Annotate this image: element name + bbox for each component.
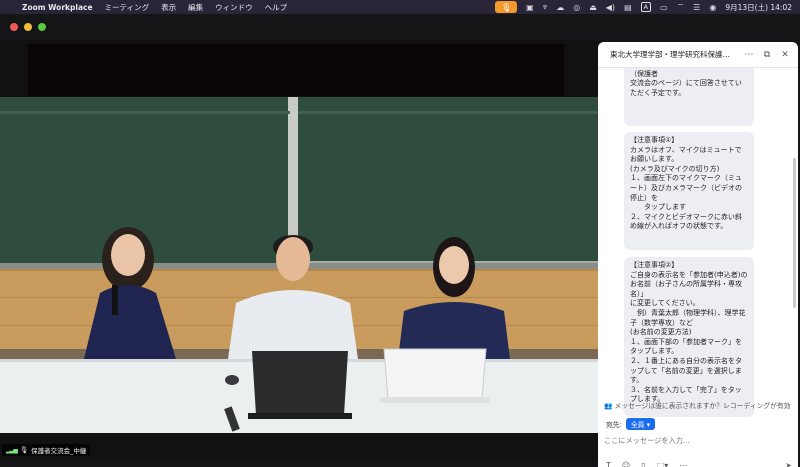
fullscreen-window-button[interactable]	[38, 23, 46, 31]
recipient-label: 宛先:	[606, 421, 622, 429]
signal-strength-icon: ▂▃▅	[6, 446, 18, 454]
emoji-icon[interactable]: ☺	[622, 461, 630, 467]
close-window-button[interactable]	[10, 23, 18, 31]
chat-message-list[interactable]: …後日、理学研究科のホームページ（保護者 交流会のページ）にて回答させていただく…	[598, 68, 798, 420]
wifi-icon[interactable]: ⌔	[677, 2, 685, 12]
microphone-icon: 🎙	[19, 446, 29, 454]
cloud-icon[interactable]: ☁	[556, 3, 564, 12]
zoom-status-icon[interactable]: ▣	[526, 3, 534, 12]
control-center-icon[interactable]: ☰	[693, 3, 700, 12]
more-compose-icon[interactable]: ⋯	[679, 461, 687, 467]
chat-scrollbar[interactable]	[793, 158, 796, 308]
app-menu-zoom[interactable]: Zoom Workplace	[22, 3, 93, 12]
recipient-dropdown[interactable]: 全員 ▾	[625, 418, 656, 430]
siri-icon[interactable]: ◉	[709, 3, 716, 12]
menubar-clock[interactable]: 9月13日(土) 14:02	[725, 2, 792, 13]
send-icon[interactable]: ➤	[785, 461, 792, 467]
more-options-icon[interactable]: ⋯	[744, 50, 754, 60]
visibility-notice-text: メッセージは誰に表示されますか？レコーディングが有効	[614, 402, 791, 410]
chat-message-input[interactable]	[604, 432, 792, 448]
menu-view[interactable]: 表示	[161, 2, 176, 13]
window-titlebar	[0, 14, 598, 40]
screenshot-icon[interactable]: ⬚▾	[657, 461, 669, 467]
participant-name-tag: ▂▃▅ 🎙 保護者交流会_中継	[2, 444, 91, 456]
chat-compose-toolbar: T ☺ ▯ ⬚▾ ⋯ ➤	[606, 461, 792, 467]
chat-panel: 東北大学理学部・理学研究科保護者交流会2... ⋯ ⧉ ✕ …後日、理学研究科の…	[598, 42, 798, 467]
people-info-icon: 👥	[604, 402, 613, 410]
sync-icon[interactable]: ◎	[573, 3, 580, 12]
chat-message: 【注意事項①】 カメラはオフ、マイクはミュートでお願いします。 (カメラ及びマイ…	[624, 132, 754, 250]
minimize-window-button[interactable]	[24, 23, 32, 31]
video-stage: ▂▃▅ 🎙 保護者交流会_中継	[0, 40, 598, 460]
chat-title: 東北大学理学部・理学研究科保護者交流会2...	[610, 50, 736, 59]
recipient-value: 全員	[630, 421, 645, 429]
menu-edit[interactable]: 編集	[188, 2, 203, 13]
vivaldi-icon[interactable]: ⩔	[543, 2, 548, 12]
chat-message: …後日、理学研究科のホームページ（保護者 交流会のページ）にて回答させていただく…	[624, 68, 754, 126]
visibility-notice[interactable]: 👥 メッセージは誰に表示されますか？レコーディングが有効	[604, 400, 794, 410]
participant-name: 保護者交流会_中継	[31, 447, 87, 455]
macos-menu-bar: Zoom Workplace ミーティング 表示 編集 ウィンドウ ヘルプ 🎙 …	[0, 0, 800, 14]
classroom-video-scene	[0, 97, 598, 433]
close-icon[interactable]: ✕	[780, 50, 790, 60]
menu-help[interactable]: ヘルプ	[265, 2, 288, 13]
pop-out-icon[interactable]: ⧉	[762, 50, 772, 60]
file-attach-icon[interactable]: ▯	[641, 461, 645, 467]
input-source-icon[interactable]: A	[640, 2, 652, 12]
text-format-icon[interactable]: T	[606, 461, 611, 467]
zoom-meeting-window: ▂▃▅ 🎙 保護者交流会_中継 東北大学理学部・理学研究科保護者交流会2... …	[0, 14, 800, 467]
volume-icon[interactable]: ◀)	[606, 3, 615, 12]
chat-message: 【注意事項②】 ご自身の表示名を「参加者(申込者)のお名前（お子さんの所属学科・…	[624, 257, 754, 417]
menu-meeting[interactable]: ミーティング	[105, 2, 150, 13]
speaker-video-feed[interactable]	[0, 97, 598, 433]
battery-icon[interactable]: ▭	[660, 3, 668, 12]
chat-header: 東北大学理学部・理学研究科保護者交流会2... ⋯ ⧉ ✕	[598, 42, 798, 68]
eject-icon[interactable]: ⏏	[589, 3, 597, 12]
video-top-letterbox	[28, 44, 564, 96]
clipboard-icon[interactable]: ▤	[624, 3, 632, 12]
microphone-in-use-icon[interactable]: 🎙	[495, 1, 518, 13]
menu-window[interactable]: ウィンドウ	[215, 2, 253, 13]
recipient-selector: 宛先: 全員 ▾	[606, 418, 656, 430]
